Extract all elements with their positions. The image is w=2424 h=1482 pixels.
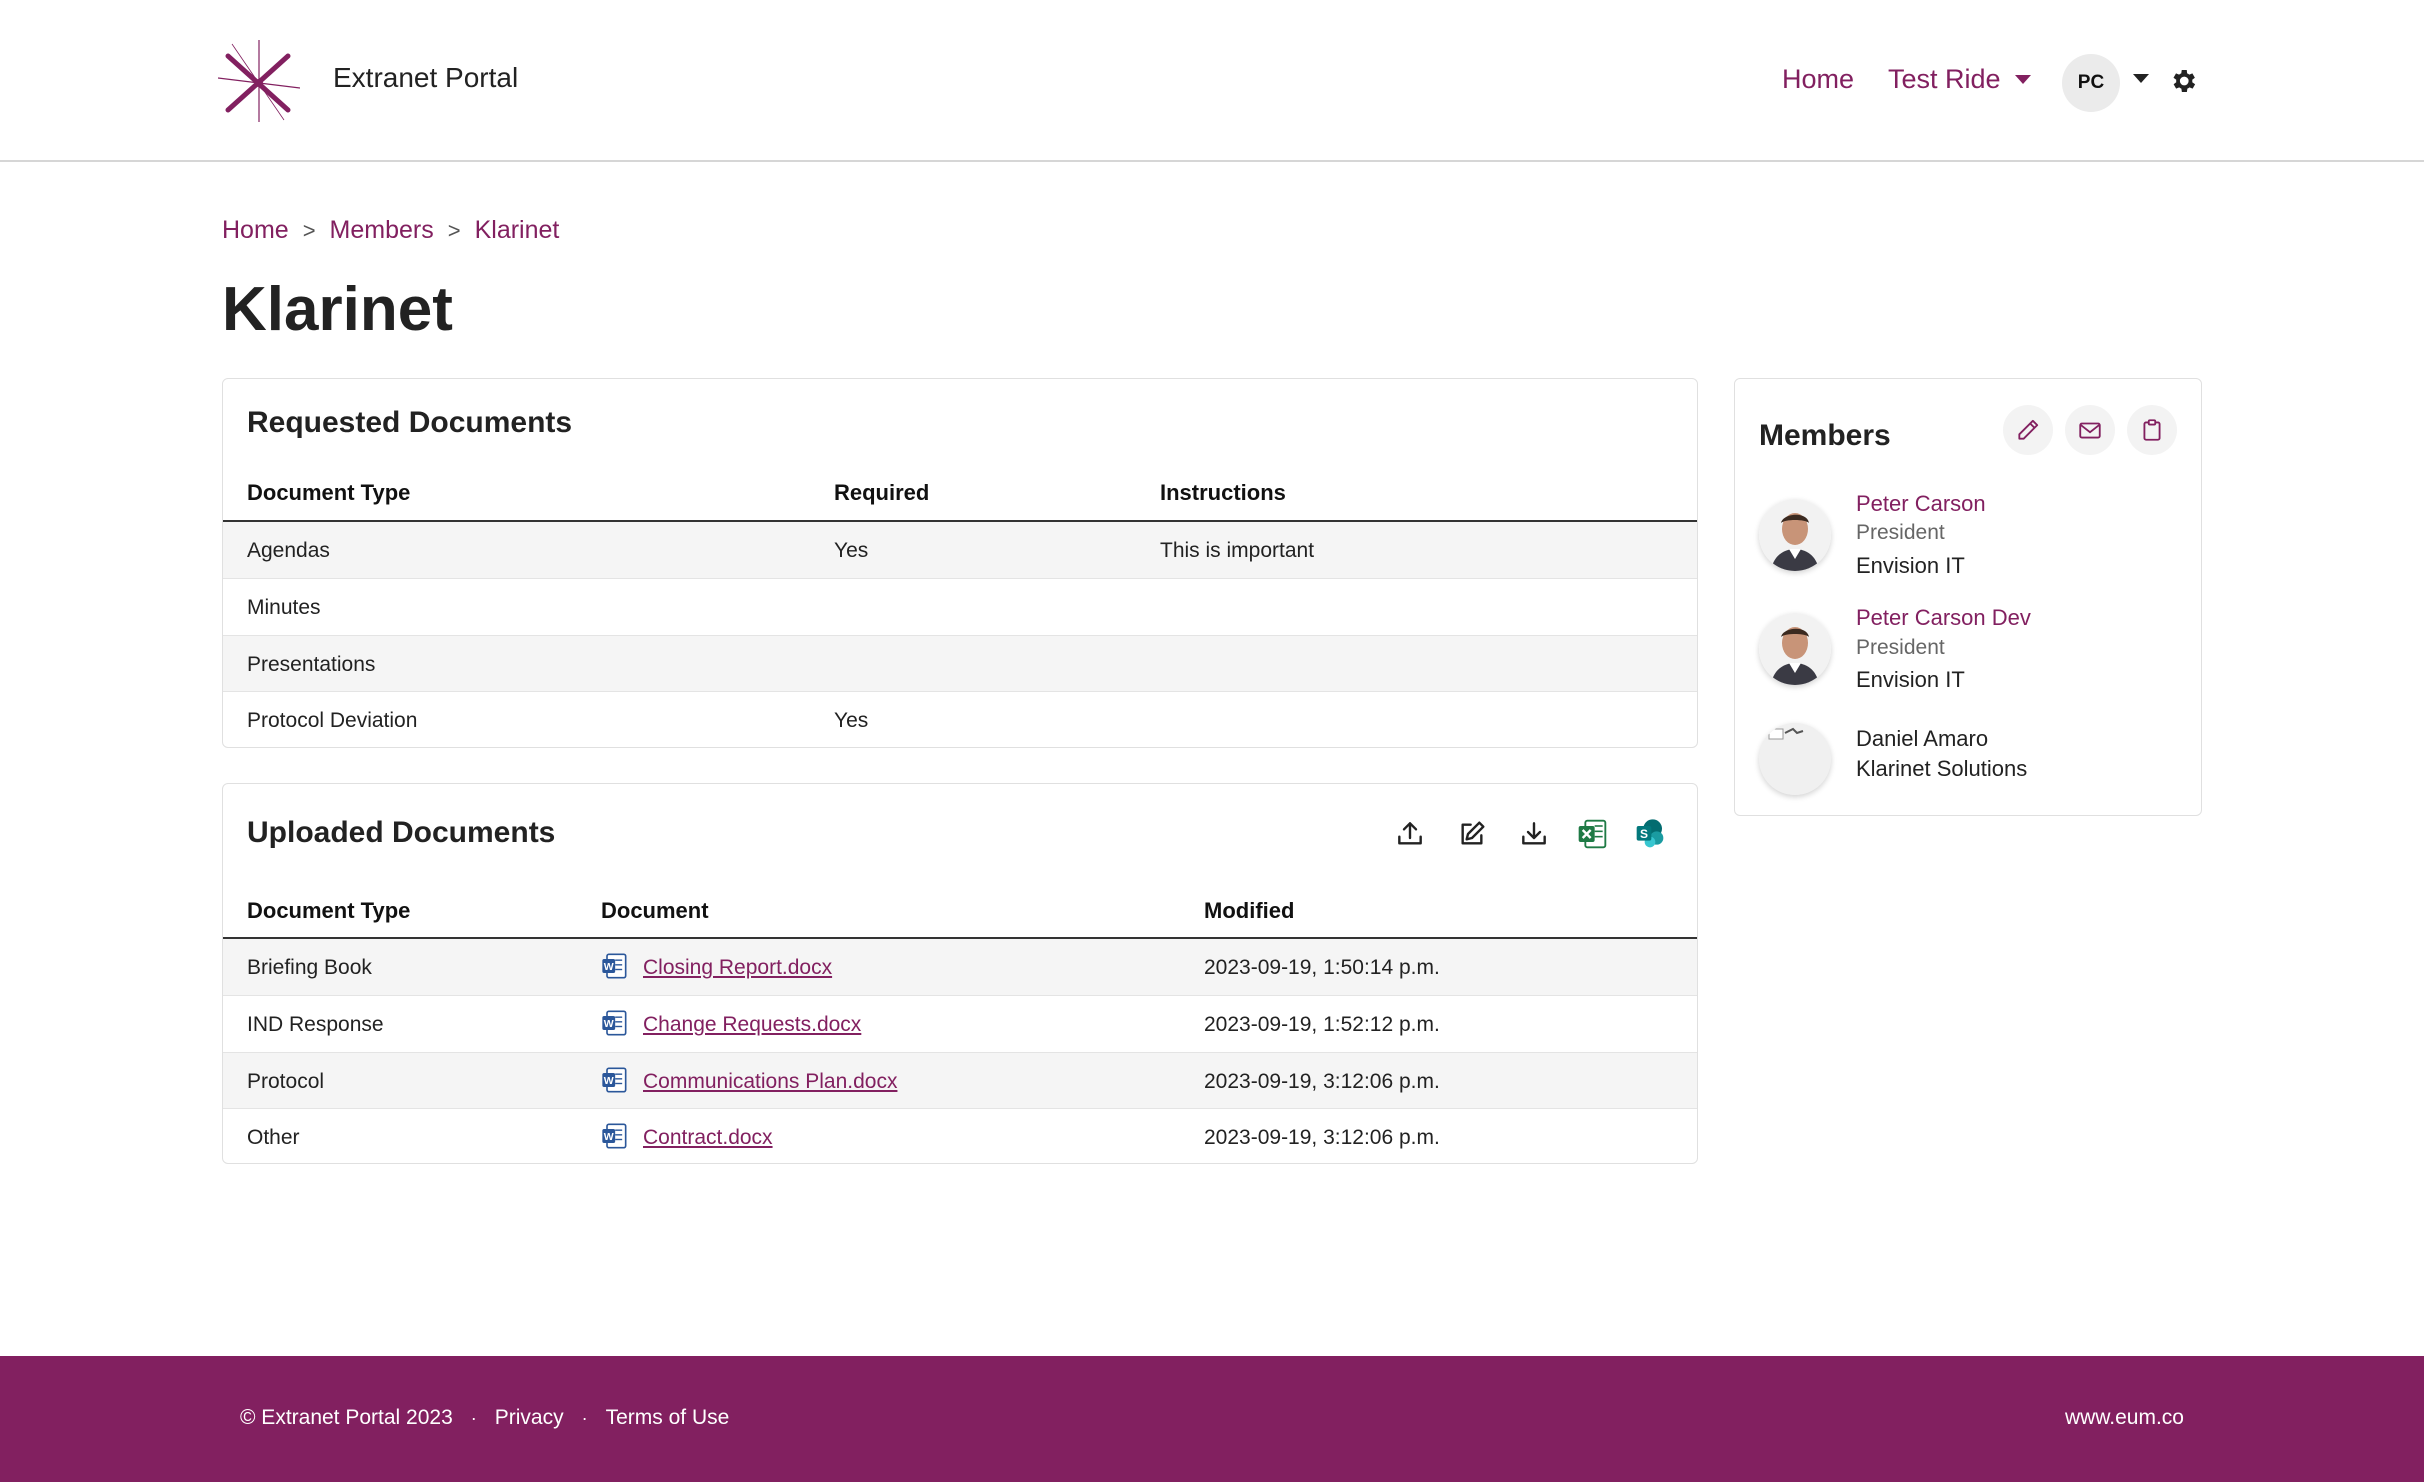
broken-image-icon	[1759, 723, 1831, 795]
member-avatar[interactable]	[1759, 499, 1831, 571]
download-icon[interactable]	[1518, 818, 1550, 850]
member-organization: Envision IT	[1856, 553, 1965, 578]
email-members-button[interactable]	[2065, 405, 2115, 455]
column-header-instructions: Instructions	[1160, 480, 1286, 505]
svg-text:W: W	[604, 961, 614, 973]
member-name: Daniel Amaro	[1856, 726, 1989, 751]
cell-document-type: Protocol Deviation	[247, 709, 418, 732]
excel-icon[interactable]	[1576, 818, 1608, 850]
cell-document-type: Presentations	[247, 653, 376, 676]
footer: © Extranet Portal 2023 · Privacy · Terms…	[0, 1356, 2424, 1482]
column-header-document: Document	[601, 898, 709, 923]
svg-text:W: W	[604, 1018, 614, 1030]
edit-members-button[interactable]	[2003, 405, 2053, 455]
breadcrumb-home[interactable]: Home	[222, 216, 289, 245]
chevron-down-icon	[2014, 75, 2031, 84]
word-file-icon: W	[602, 953, 627, 979]
cell-modified: 2023-09-19, 3:12:06 p.m.	[1204, 1126, 1440, 1149]
breadcrumb-separator: >	[447, 217, 461, 243]
privacy-link[interactable]: Privacy	[495, 1406, 564, 1430]
footer-links: © Extranet Portal 2023 · Privacy · Terms…	[240, 1406, 729, 1430]
cell-required: Yes	[834, 709, 869, 732]
nav-test-ride-dropdown[interactable]: Test Ride	[1888, 64, 2031, 95]
word-file-icon: W	[602, 1123, 627, 1149]
cell-document-type: Other	[247, 1126, 300, 1149]
member-name-link[interactable]: Peter Carson Dev	[1856, 605, 2031, 631]
document-link[interactable]: Closing Report.docx	[643, 956, 832, 980]
gear-icon[interactable]	[2168, 66, 2198, 96]
member-organization: Klarinet Solutions	[1856, 756, 2028, 781]
user-avatar[interactable]: PC	[2062, 54, 2120, 112]
envelope-icon	[2079, 422, 2101, 439]
table-row: Agendas Yes This is important	[223, 522, 1697, 579]
requested-documents-title: Requested Documents	[247, 406, 573, 439]
breadcrumb: Home > Members > Klarinet	[222, 216, 559, 245]
word-file-icon: W	[602, 1010, 627, 1036]
person-photo-icon	[1759, 499, 1831, 571]
footer-copyright: © Extranet Portal 2023	[240, 1406, 453, 1429]
table-row: IND Response W Change Requests.docx 2023…	[223, 995, 1697, 1052]
member-role: President	[1856, 636, 1945, 659]
breadcrumb-separator: >	[302, 217, 316, 243]
table-row: Presentations	[223, 635, 1697, 692]
cell-document-type: Agendas	[247, 539, 330, 562]
document-link[interactable]: Contract.docx	[643, 1126, 773, 1150]
column-header-required: Required	[834, 480, 930, 505]
table-row: Protocol Deviation Yes	[223, 691, 1697, 748]
uploaded-documents-title: Uploaded Documents	[247, 816, 556, 849]
footer-separator: ·	[581, 1407, 588, 1428]
column-header-document-type: Document Type	[247, 898, 411, 923]
svg-text:W: W	[604, 1131, 614, 1143]
document-link[interactable]: Change Requests.docx	[643, 1013, 861, 1037]
uploaded-documents-card: Uploaded Documents S Document Type Docum…	[222, 783, 1698, 1164]
sharepoint-icon[interactable]: S	[1634, 818, 1666, 850]
word-file-icon: W	[602, 1067, 627, 1093]
pencil-icon	[2018, 419, 2039, 440]
member-name-link[interactable]: Peter Carson	[1856, 491, 1986, 517]
nav-home-link[interactable]: Home	[1782, 64, 1854, 95]
clipboard-icon	[2143, 419, 2161, 441]
cell-modified: 2023-09-19, 1:50:14 p.m.	[1204, 956, 1440, 979]
user-menu-chevron-down-icon[interactable]	[2133, 74, 2149, 83]
top-navbar: Extranet Portal Home Test Ride PC	[0, 0, 2424, 162]
terms-of-use-link[interactable]: Terms of Use	[606, 1406, 730, 1430]
cell-required: Yes	[834, 539, 869, 562]
requested-documents-card: Requested Documents Document Type Requir…	[222, 378, 1698, 748]
copy-members-button[interactable]	[2127, 405, 2177, 455]
breadcrumb-current[interactable]: Klarinet	[475, 216, 560, 245]
brand-title[interactable]: Extranet Portal	[333, 62, 518, 94]
svg-text:W: W	[604, 1075, 614, 1087]
cell-modified: 2023-09-19, 1:52:12 p.m.	[1204, 1013, 1440, 1036]
member-organization: Envision IT	[1856, 667, 1965, 692]
members-title: Members	[1759, 419, 1891, 452]
cell-document-type: Briefing Book	[247, 956, 372, 979]
table-row: Minutes	[223, 578, 1697, 635]
cell-document-type: IND Response	[247, 1013, 384, 1036]
column-header-document-type: Document Type	[247, 480, 411, 505]
breadcrumb-members[interactable]: Members	[330, 216, 434, 245]
person-photo-icon	[1759, 613, 1831, 685]
footer-separator: ·	[470, 1407, 477, 1428]
nav-test-ride-label: Test Ride	[1888, 64, 2001, 94]
table-row: Briefing Book W Closing Report.docx 2023…	[223, 939, 1697, 996]
column-header-modified: Modified	[1204, 898, 1295, 923]
table-row: Protocol W Communications Plan.docx 2023…	[223, 1052, 1697, 1109]
member-avatar[interactable]	[1759, 613, 1831, 685]
member-avatar[interactable]	[1759, 723, 1831, 795]
cell-modified: 2023-09-19, 3:12:06 p.m.	[1204, 1070, 1440, 1093]
members-card: Members Peter Carson President Envision …	[1734, 378, 2202, 816]
brand-logo-icon[interactable]	[218, 38, 300, 124]
edit-icon[interactable]	[1456, 818, 1488, 850]
site-url-link[interactable]: www.eum.co	[2065, 1406, 2184, 1430]
page-title: Klarinet	[222, 275, 453, 344]
cell-instructions: This is important	[1160, 539, 1315, 562]
svg-text:S: S	[1640, 827, 1648, 841]
upload-icon[interactable]	[1394, 818, 1426, 850]
cell-document-type: Protocol	[247, 1070, 325, 1093]
table-row: Other W Contract.docx 2023-09-19, 3:12:0…	[223, 1108, 1697, 1165]
cell-document-type: Minutes	[247, 596, 321, 619]
document-link[interactable]: Communications Plan.docx	[643, 1070, 897, 1094]
member-role: President	[1856, 521, 1945, 544]
